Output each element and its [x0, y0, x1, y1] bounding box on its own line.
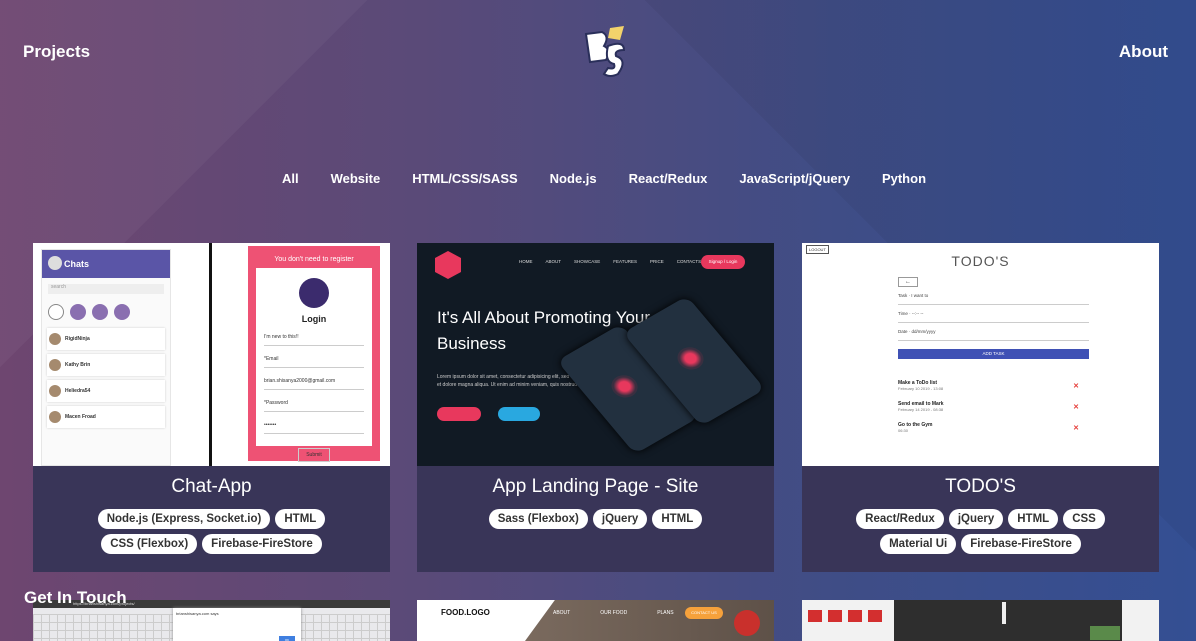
login-form: Login I'm new to this!! *Email brian.shi…	[256, 268, 372, 462]
login-panel: You don't need to register Login I'm new…	[248, 246, 380, 462]
tech-tag: CSS (Flexbox)	[101, 534, 198, 554]
delete-icon: ✕	[1073, 383, 1079, 390]
project-title[interactable]: TODO'S	[802, 476, 1159, 498]
tech-tags: Node.js (Express, Socket.io) HTML CSS (F…	[33, 509, 390, 554]
project-card-body: App Landing Page - Site Sass (Flexbox) j…	[417, 466, 774, 572]
project-screenshot: LOGOUT TODO'S ← Task · I want to Time · …	[802, 243, 1159, 466]
tech-tag: Firebase-FireStore	[202, 534, 322, 554]
tech-tag: Sass (Flexbox)	[488, 509, 588, 529]
password-value: •••••••	[264, 422, 364, 434]
project-screenshot: Chats search RigidNinja Kathy Brin Helie…	[33, 243, 390, 466]
filter-all[interactable]: All	[282, 171, 299, 186]
chat-avatars	[42, 300, 170, 324]
tech-tag: CSS	[1063, 509, 1105, 529]
alert-dialog-preview: brianshisanya.com says OK	[173, 608, 301, 641]
nav-about-link[interactable]: About	[1119, 42, 1168, 62]
tech-tags: React/Redux jQuery HTML CSS Material Ui …	[802, 509, 1159, 554]
ok-button-preview: OK	[279, 636, 295, 641]
red-block	[808, 610, 822, 622]
chat-row: Kathy Brin	[47, 354, 165, 376]
project-screenshot: HOME ABOUT SHOWCASE FEATURES PRICE CONTA…	[417, 243, 774, 466]
delete-icon: ✕	[1073, 404, 1079, 411]
email-value: brian.shisanya2000@gmail.com	[264, 378, 364, 390]
tech-tag: Firebase-FireStore	[961, 534, 1081, 554]
submit-button-preview: Submit	[298, 448, 330, 462]
red-block	[848, 610, 862, 622]
tech-tag: jQuery	[948, 509, 1004, 529]
register-banner: You don't need to register	[274, 256, 354, 263]
project-title[interactable]: App Landing Page - Site	[417, 476, 774, 498]
project-card-lower-3[interactable]	[802, 600, 1159, 641]
password-label: *Password	[264, 400, 364, 412]
new-checkbox-label: I'm new to this!!	[264, 334, 364, 346]
nav-projects-link[interactable]: Projects	[23, 42, 90, 62]
tech-tags: Sass (Flexbox) jQuery HTML	[417, 509, 774, 529]
email-label: *Email	[264, 356, 364, 368]
project-card-app-landing-page[interactable]: HOME ABOUT SHOWCASE FEATURES PRICE CONTA…	[417, 243, 774, 572]
filter-nodejs[interactable]: Node.js	[550, 171, 597, 186]
back-arrow-icon: ←	[898, 277, 918, 287]
filter-website[interactable]: Website	[331, 171, 381, 186]
time-field: Time · --:-- --	[898, 311, 1089, 323]
filter-javascript-jquery[interactable]: JavaScript/jQuery	[739, 171, 850, 186]
chat-search: search	[48, 284, 164, 294]
game-canvas	[894, 600, 1122, 641]
chat-header: Chats	[42, 250, 170, 278]
food-menu: ABOUT OUR FOOD PLANS	[553, 610, 674, 616]
project-card-lower-2[interactable]: FOOD.LOGO ABOUT OUR FOOD PLANS CONTACT U…	[417, 600, 774, 641]
contact-button-preview: CONTACT US	[685, 607, 723, 619]
tech-tag: React/Redux	[856, 509, 944, 529]
tech-tag: HTML	[275, 509, 326, 529]
login-title: Login	[301, 314, 327, 324]
task-field: Task · I want to	[898, 293, 1089, 305]
todo-item: Make a ToDo list February 10 2019 - 13:08…	[898, 380, 1079, 391]
tech-tag: HTML	[652, 509, 703, 529]
add-task-button-preview: ADD TASK	[898, 349, 1089, 359]
date-field: Date · dd/mm/yyyy	[898, 329, 1089, 341]
todo-item: Go to the Gym 06:30 ✕	[898, 422, 1079, 433]
tech-tag: HTML	[1008, 509, 1059, 529]
brand-logo[interactable]	[580, 24, 632, 80]
discover-button-preview	[498, 407, 540, 421]
download-button-preview	[437, 407, 481, 421]
chat-row: RigidNinja	[47, 328, 165, 350]
red-block	[868, 610, 882, 622]
filter-react-redux[interactable]: React/Redux	[629, 171, 708, 186]
project-card-todos[interactable]: LOGOUT TODO'S ← Task · I want to Time · …	[802, 243, 1159, 572]
todo-item: Send email to Mark February 14 2019 - 08:…	[898, 401, 1079, 412]
signup-button-preview: Signup / Login	[701, 255, 745, 269]
tech-tag: jQuery	[592, 509, 648, 529]
red-block	[828, 610, 842, 622]
chat-row: Macen Froad	[47, 406, 165, 428]
chat-list-panel: Chats search RigidNinja Kathy Brin Helie…	[41, 249, 171, 466]
tech-tag: Node.js (Express, Socket.io)	[97, 509, 271, 529]
tomato-image	[734, 610, 760, 636]
project-card-body: TODO'S React/Redux jQuery HTML CSS Mater…	[802, 466, 1159, 572]
tech-tag: Material Ui	[880, 534, 957, 554]
screenshot-divider	[209, 243, 212, 466]
project-card-body: Chat-App Node.js (Express, Socket.io) HT…	[33, 466, 390, 572]
get-in-touch-heading: Get In Touch	[24, 588, 127, 607]
todo-heading: TODO'S	[951, 253, 1010, 269]
project-card-chat-app[interactable]: Chats search RigidNinja Kathy Brin Helie…	[33, 243, 390, 572]
delete-icon: ✕	[1073, 425, 1079, 432]
project-filter-bar: All Website HTML/CSS/SASS Node.js React/…	[0, 171, 1196, 186]
filter-python[interactable]: Python	[882, 171, 926, 186]
food-logo: FOOD.LOGO	[441, 608, 490, 617]
avatar	[299, 278, 329, 308]
project-title[interactable]: Chat-App	[33, 476, 390, 498]
chat-row: Heliedra54	[47, 380, 165, 402]
filter-html-css-sass[interactable]: HTML/CSS/SASS	[412, 171, 517, 186]
landing-menu: HOME ABOUT SHOWCASE FEATURES PRICE CONTA…	[519, 259, 702, 264]
m-logo-icon	[435, 251, 461, 279]
